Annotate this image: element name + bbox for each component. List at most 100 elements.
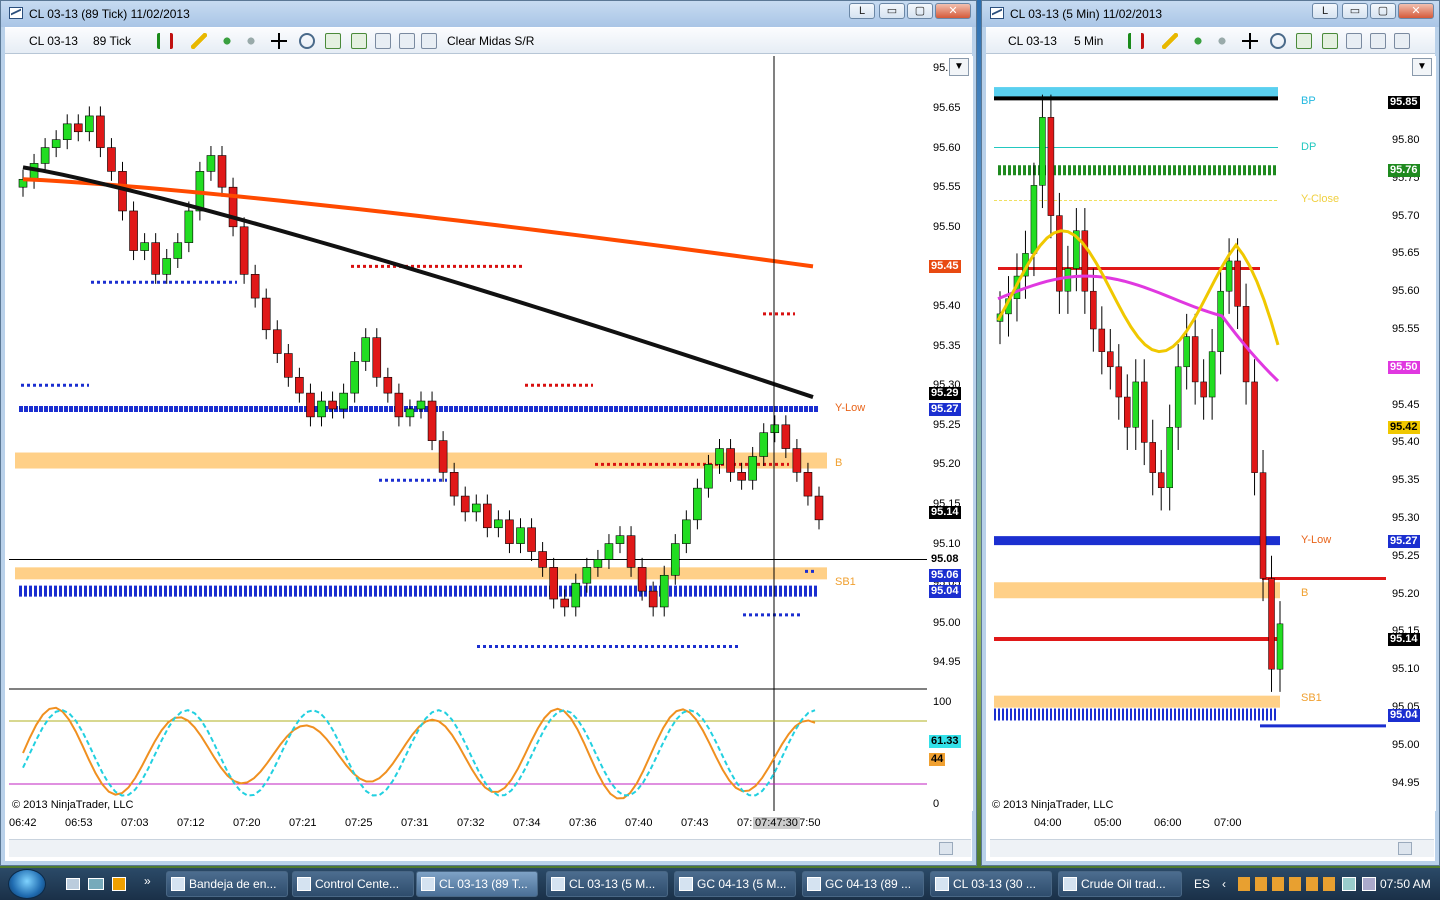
price-axis-tick: 95.00 (1392, 738, 1420, 751)
horizontal-scrollbar[interactable] (9, 839, 971, 857)
oscillator-tag: 61.33 (929, 735, 961, 749)
oscillator-axis-tick: 0 (933, 798, 940, 810)
taskbar-button[interactable]: CL 03-13 (5 M... (546, 871, 668, 897)
crosshair-icon[interactable] (271, 33, 287, 49)
interval-selector[interactable]: 5 Min (1074, 33, 1103, 49)
crosshair-icon[interactable] (1242, 33, 1258, 49)
candle (1107, 351, 1114, 368)
minimize-button[interactable]: ▭ (1342, 3, 1368, 19)
zoom-icon[interactable] (299, 33, 315, 49)
chart-trader-icon[interactable] (1296, 33, 1312, 49)
indicator-icon[interactable] (1190, 33, 1206, 49)
network-icon[interactable] (1342, 877, 1356, 891)
close-button[interactable]: ✕ (1398, 3, 1434, 19)
price-tag: 95.42 (1388, 421, 1420, 435)
instrument-selector[interactable]: CL 03-13 (29, 33, 78, 49)
candle (1039, 117, 1046, 186)
price-axis[interactable]: ▼ 95.95.8095.7595.7095.6595.6095.5595.50… (1386, 56, 1436, 811)
time-axis[interactable]: 04:00 05:00 06:00 07:00 (990, 813, 1386, 835)
strategy-icon[interactable] (1214, 33, 1230, 49)
maximize-button[interactable]: ▢ (907, 3, 933, 19)
start-button[interactable] (8, 869, 46, 899)
oscillator-axis-tick: 100 (933, 696, 952, 708)
candle (494, 519, 503, 529)
indicator-icon[interactable] (219, 33, 235, 49)
properties-icon[interactable] (1370, 33, 1386, 49)
zoom-icon[interactable] (1270, 33, 1286, 49)
app-icon (171, 877, 185, 891)
candle (593, 559, 603, 568)
pencil-draw-icon[interactable] (191, 33, 207, 49)
data-box-icon[interactable] (351, 33, 367, 49)
horizontal-scrollbar[interactable] (990, 839, 1434, 857)
candle (1234, 260, 1241, 307)
bar-type-icon[interactable] (1128, 33, 1144, 49)
language-indicator[interactable]: ES (1194, 868, 1210, 900)
data-box-icon[interactable] (1322, 33, 1338, 49)
price-tag: 95.06 (929, 569, 961, 583)
candle (206, 155, 216, 172)
panel-icon[interactable] (421, 33, 437, 49)
taskbar-button[interactable]: Crude Oil trad... (1058, 871, 1182, 897)
scroll-thumb[interactable] (1398, 842, 1412, 855)
minimize-button[interactable]: ▭ (879, 3, 905, 19)
candle (1030, 185, 1038, 254)
desktop-icon[interactable] (66, 878, 80, 890)
candle (1183, 336, 1190, 368)
price-panel[interactable]: BP DP Y-Close Y-Low B SB1 (990, 56, 1386, 811)
candle (151, 242, 160, 275)
price-chart[interactable] (990, 56, 1386, 811)
taskbar-button[interactable]: CL 03-13 (30 ... (930, 871, 1052, 897)
outlook-icon[interactable] (112, 877, 126, 891)
chart-image-icon[interactable] (375, 33, 391, 49)
indicator-label[interactable]: Clear Midas S/R (447, 33, 534, 49)
chart-image-icon[interactable] (1346, 33, 1362, 49)
chart-window-5min[interactable]: CL 03-13 (5 Min) 11/02/2013 L ▭ ▢ ✕ CL 0… (981, 0, 1440, 866)
link-button[interactable]: L (849, 3, 875, 19)
candle (516, 527, 525, 544)
app-icon (551, 877, 565, 891)
candle (1174, 366, 1182, 428)
taskbar-button[interactable]: Bandeja de en... (166, 871, 288, 897)
candle (1047, 117, 1055, 216)
panel-icon[interactable] (1394, 33, 1410, 49)
window-titlebar[interactable]: CL 03-13 (5 Min) 11/02/2013 L ▭ ▢ ✕ (982, 1, 1439, 27)
price-tag: 95.27 (929, 402, 961, 416)
instrument-selector[interactable]: CL 03-13 (1008, 33, 1057, 49)
axis-dropdown-button[interactable]: ▼ (1412, 58, 1432, 76)
close-button[interactable]: ✕ (935, 3, 971, 19)
level-label: Y-Close (1301, 193, 1340, 206)
chart-trader-icon[interactable] (325, 33, 341, 49)
interval-selector[interactable]: 89 Tick (93, 33, 131, 49)
candle (582, 567, 592, 584)
price-axis-tick: 95.45 (1392, 398, 1420, 411)
taskbar-button[interactable]: GC 04-13 (5 M... (674, 871, 796, 897)
candle (438, 440, 448, 473)
pencil-draw-icon[interactable] (1162, 33, 1178, 49)
window-titlebar[interactable]: CL 03-13 (89 Tick) 11/02/2013 L ▭ ▢ ✕ (1, 1, 976, 27)
link-button[interactable]: L (1312, 3, 1338, 19)
maximize-button[interactable]: ▢ (1370, 3, 1396, 19)
strategy-icon[interactable] (243, 33, 259, 49)
price-axis[interactable]: ▼ 95.95.6595.6095.5595.5095.4595.4095.35… (927, 56, 973, 811)
properties-icon[interactable] (399, 33, 415, 49)
tray-expand-icon[interactable]: ‹ (1222, 868, 1226, 900)
tray-icons[interactable] (1238, 877, 1338, 891)
taskbar-button[interactable]: CL 03-13 (89 T... (416, 871, 538, 897)
taskbar-button[interactable]: Control Cente... (292, 871, 414, 897)
taskbar-button[interactable]: GC 04-13 (89 ... (802, 871, 924, 897)
chart-window-tick[interactable]: CL 03-13 (89 Tick) 11/02/2013 L ▭ ▢ ✕ CL… (0, 0, 977, 866)
price-panel[interactable]: Y-Low B SB1 (9, 56, 927, 811)
price-chart[interactable] (9, 56, 927, 811)
volume-icon[interactable] (1362, 877, 1376, 891)
candle (339, 392, 348, 410)
bar-type-icon[interactable] (157, 33, 173, 49)
scroll-thumb[interactable] (939, 842, 953, 855)
time-axis-tick: 07:36 (569, 817, 597, 829)
time-axis[interactable]: 06:42 06:53 07:03 07:12 07:20 07:21 07:25 07:31… (9, 813, 927, 835)
overflow-chevron-icon[interactable]: » (144, 874, 151, 888)
explorer-icon[interactable] (88, 878, 104, 890)
price-axis-tick: 95.50 (933, 220, 961, 233)
clock[interactable]: 07:50 AM (1380, 868, 1431, 900)
price-tag: 95.50 (1388, 360, 1420, 374)
